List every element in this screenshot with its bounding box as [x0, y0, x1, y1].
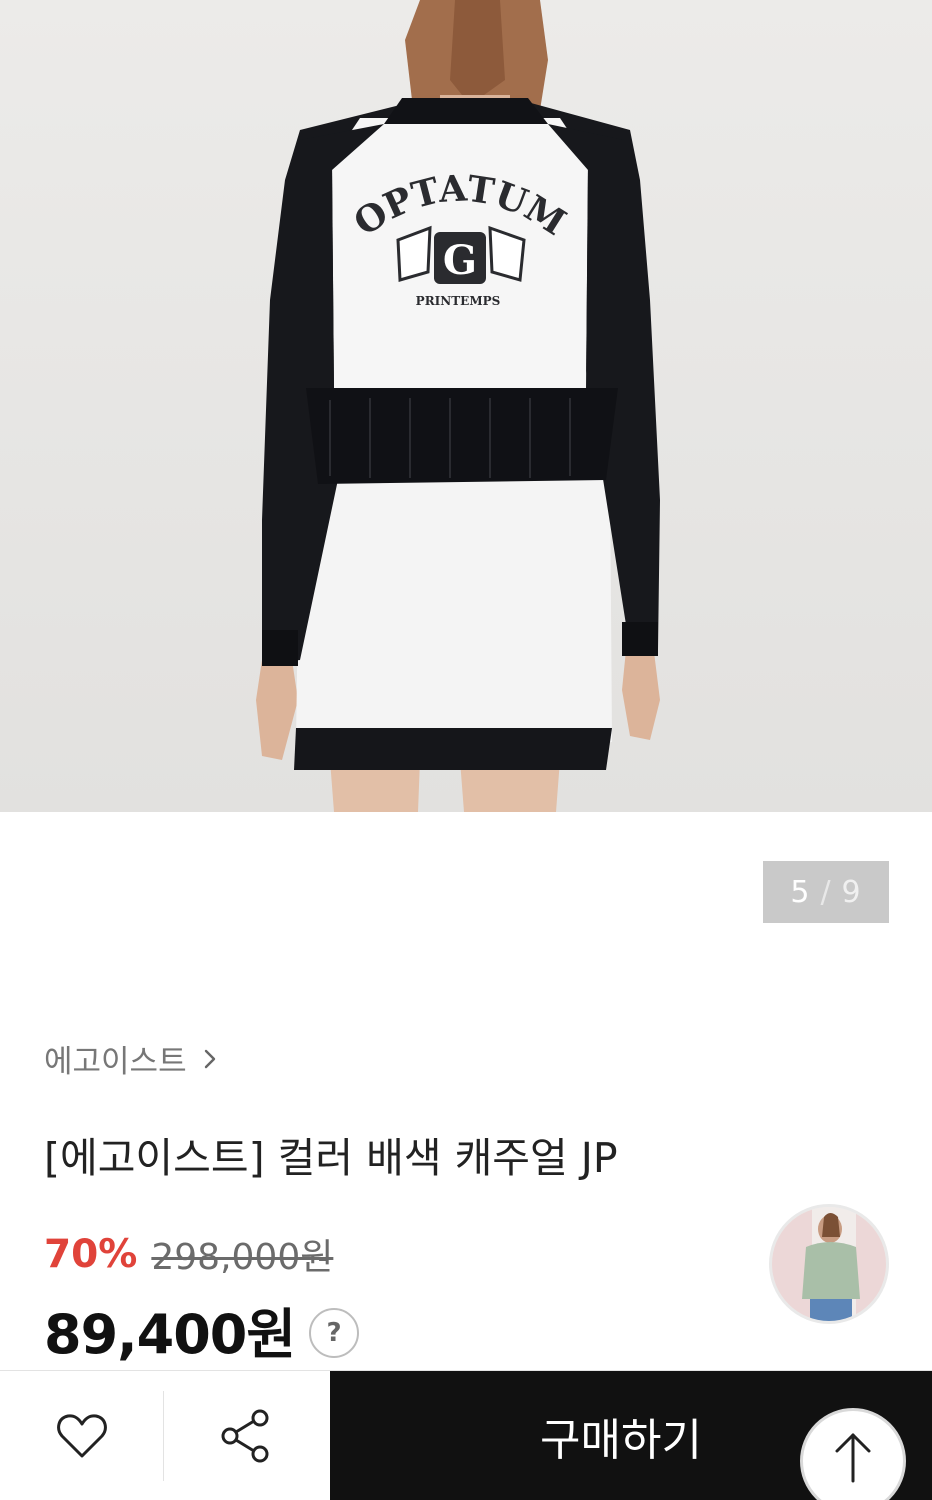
arrow-up-icon [835, 1433, 871, 1483]
print-bottom-text: PRINTEMPS [416, 294, 501, 308]
like-button[interactable] [0, 1371, 164, 1500]
share-button[interactable] [164, 1371, 328, 1500]
counter-current: 5 [790, 874, 811, 910]
chevron-right-icon [204, 1049, 215, 1068]
product-photo-illustration: OPTATUM G PRINTEMPS [256, 0, 660, 812]
heart-icon [57, 1414, 107, 1458]
price-row: 70% 298,000원 [44, 1228, 333, 1280]
image-counter: 5 / 9 [763, 861, 889, 923]
discount-rate: 70% [44, 1231, 138, 1277]
product-title: [에고이스트] 컬러 배색 캐주얼 JP [44, 1134, 618, 1182]
brand-name: 에고이스트 [44, 1044, 187, 1080]
counter-total: 9 [841, 874, 862, 910]
counter-separator: / [820, 874, 832, 910]
final-price: 89,400원 [44, 1303, 296, 1366]
product-image[interactable]: OPTATUM G PRINTEMPS [0, 0, 932, 812]
price-help-button[interactable]: ? [309, 1307, 360, 1358]
final-price-row: 89,400원 ? [44, 1290, 360, 1369]
original-price: 298,000원 [151, 1237, 334, 1278]
print-badge-letter: G [443, 237, 477, 284]
product-detail-page: OPTATUM G PRINTEMPS 5 / 9 에고이스트 [에고이스트] … [0, 0, 932, 1500]
model-thumbnail-image [772, 1207, 886, 1321]
bottom-action-bar: 구매하기 [0, 1370, 932, 1500]
model-thumbnail[interactable] [769, 1204, 889, 1324]
brand-link[interactable]: 에고이스트 [44, 1036, 221, 1081]
share-icon [221, 1409, 269, 1463]
